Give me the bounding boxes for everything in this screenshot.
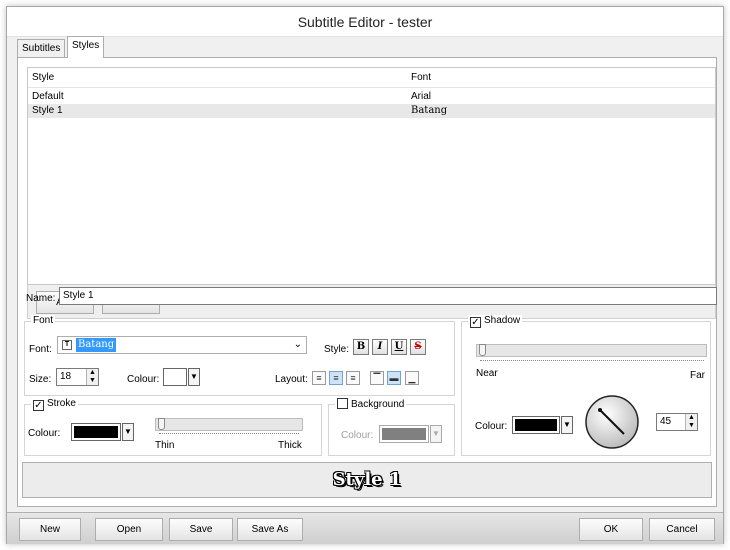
open-button[interactable]: Open xyxy=(95,518,163,541)
name-field[interactable]: Style 1 xyxy=(59,287,717,305)
background-label: Background xyxy=(351,399,405,410)
truetype-font-icon: T xyxy=(62,340,72,350)
shadow-label: Shadow xyxy=(484,315,521,326)
stroke-label: Stroke xyxy=(47,398,76,409)
background-group-legend[interactable]: Background xyxy=(335,398,407,410)
stroke-slider-thumb[interactable] xyxy=(158,418,165,430)
ok-button[interactable]: OK xyxy=(579,518,643,541)
stroke-group: ✓ Stroke Colour: ▼ Thin Thick xyxy=(24,398,322,456)
font-select[interactable]: T Batang ⌄ xyxy=(57,336,307,354)
stroke-colour-fill xyxy=(74,426,118,438)
background-colour-swatch[interactable] xyxy=(379,425,429,443)
font-colour-swatch[interactable] xyxy=(163,368,187,386)
chevron-down-icon: ⌄ xyxy=(293,339,302,350)
shadow-checkbox[interactable]: ✓ xyxy=(470,317,481,328)
size-stepper[interactable]: 18 ▲ ▼ xyxy=(56,368,99,386)
font-colour-fill xyxy=(166,371,184,383)
spin-up-icon[interactable]: ▲ xyxy=(685,414,697,422)
stroke-min-label: Thin xyxy=(155,440,175,451)
shadow-angle-stepper[interactable]: 45 ▲ ▼ xyxy=(656,413,698,431)
list-item-style: Style 1 xyxy=(32,105,63,116)
background-colour-dropdown-icon[interactable]: ▼ xyxy=(430,425,442,443)
list-item-style: Default xyxy=(32,91,64,102)
stroke-colour-label: Colour: xyxy=(28,428,61,439)
shadow-near-label: Near xyxy=(476,368,498,379)
valign-top-icon[interactable]: ▔ xyxy=(370,371,384,385)
background-group: Background Colour: ▼ xyxy=(328,398,455,456)
window-title: Subtitle Editor - tester xyxy=(7,7,723,37)
shadow-angle-dial[interactable] xyxy=(584,394,640,450)
list-item-font: Batang xyxy=(411,105,448,116)
underline-button[interactable]: U xyxy=(391,339,407,355)
background-checkbox[interactable] xyxy=(337,398,348,409)
name-label: Name: xyxy=(26,293,56,304)
spin-down-icon[interactable]: ▼ xyxy=(685,422,697,430)
size-label: Size: xyxy=(29,374,52,385)
cancel-button[interactable]: Cancel xyxy=(649,518,715,541)
style-preview: Style 1 xyxy=(22,462,712,498)
shadow-slider-thumb[interactable] xyxy=(479,344,486,356)
font-colour-label: Colour: xyxy=(127,374,160,385)
shadow-slider-track[interactable] xyxy=(476,344,707,357)
shadow-colour-swatch[interactable] xyxy=(512,416,560,434)
shadow-colour-dropdown-icon[interactable]: ▼ xyxy=(561,416,573,434)
column-header-font[interactable]: Font xyxy=(411,72,431,83)
save-as-button[interactable]: Save As xyxy=(237,518,303,541)
preview-text: Style 1 xyxy=(332,469,402,490)
shadow-group: ✓ Shadow Near Far Colour: ▼ 45 ▲ ▼ xyxy=(461,315,711,456)
list-item[interactable]: Style 1 Batang xyxy=(28,104,715,118)
stroke-checkbox[interactable]: ✓ xyxy=(33,400,44,411)
shadow-far-label: Far xyxy=(690,370,705,381)
stroke-group-legend[interactable]: ✓ Stroke xyxy=(31,398,78,411)
strikeout-button[interactable]: S xyxy=(410,339,426,355)
shadow-group-legend[interactable]: ✓ Shadow xyxy=(468,315,523,328)
styles-tab-panel: Style Font Default Arial Style 1 Batang … xyxy=(17,57,717,507)
font-group: Font Font: T Batang ⌄ Style: B I U S Siz… xyxy=(24,315,455,396)
valign-bottom-icon[interactable]: ▁ xyxy=(405,371,419,385)
background-colour-label: Colour: xyxy=(341,430,374,441)
stroke-slider-ticks xyxy=(159,433,299,436)
spin-down-icon[interactable]: ▼ xyxy=(86,377,98,385)
style-label: Style: xyxy=(324,344,350,355)
stroke-colour-swatch[interactable] xyxy=(71,423,121,441)
font-label: Font: xyxy=(29,344,52,355)
stroke-colour-dropdown-icon[interactable]: ▼ xyxy=(122,423,134,441)
align-right-icon[interactable]: ≡ xyxy=(346,371,360,385)
list-item[interactable]: Default Arial xyxy=(28,90,715,104)
font-colour-dropdown-icon[interactable]: ▼ xyxy=(188,368,200,386)
layout-label: Layout: xyxy=(275,374,308,385)
styles-list[interactable]: Style Font Default Arial Style 1 Batang xyxy=(27,67,716,285)
spin-up-icon[interactable]: ▲ xyxy=(86,369,98,377)
font-select-value: Batang xyxy=(76,338,117,352)
bold-button[interactable]: B xyxy=(353,339,369,355)
shadow-slider-ticks xyxy=(480,360,704,363)
align-center-icon[interactable]: ≡ xyxy=(329,371,343,385)
list-item-font: Arial xyxy=(411,91,432,102)
background-colour-fill xyxy=(382,428,426,440)
valign-middle-icon[interactable]: ▬ xyxy=(387,371,401,385)
save-button[interactable]: Save xyxy=(169,518,233,541)
stroke-slider-track[interactable] xyxy=(155,418,303,431)
bottom-button-bar: New Open Save Save As OK Cancel xyxy=(7,512,723,544)
column-header-style[interactable]: Style xyxy=(32,72,54,83)
stroke-max-label: Thick xyxy=(278,440,302,451)
italic-button[interactable]: I xyxy=(372,339,388,355)
shadow-colour-fill xyxy=(515,419,557,431)
new-button[interactable]: New xyxy=(19,518,81,541)
align-left-icon[interactable]: ≡ xyxy=(312,371,326,385)
styles-list-header: Style Font xyxy=(28,68,715,88)
font-group-legend: Font xyxy=(31,315,56,326)
tab-subtitles[interactable]: Subtitles xyxy=(17,39,66,59)
shadow-colour-label: Colour: xyxy=(475,421,508,432)
subtitle-editor-window: Subtitle Editor - tester Subtitles Style… xyxy=(6,6,724,544)
shadow-angle-value: 45 xyxy=(660,416,672,427)
tab-styles[interactable]: Styles xyxy=(67,36,105,58)
size-value: 18 xyxy=(60,371,72,382)
